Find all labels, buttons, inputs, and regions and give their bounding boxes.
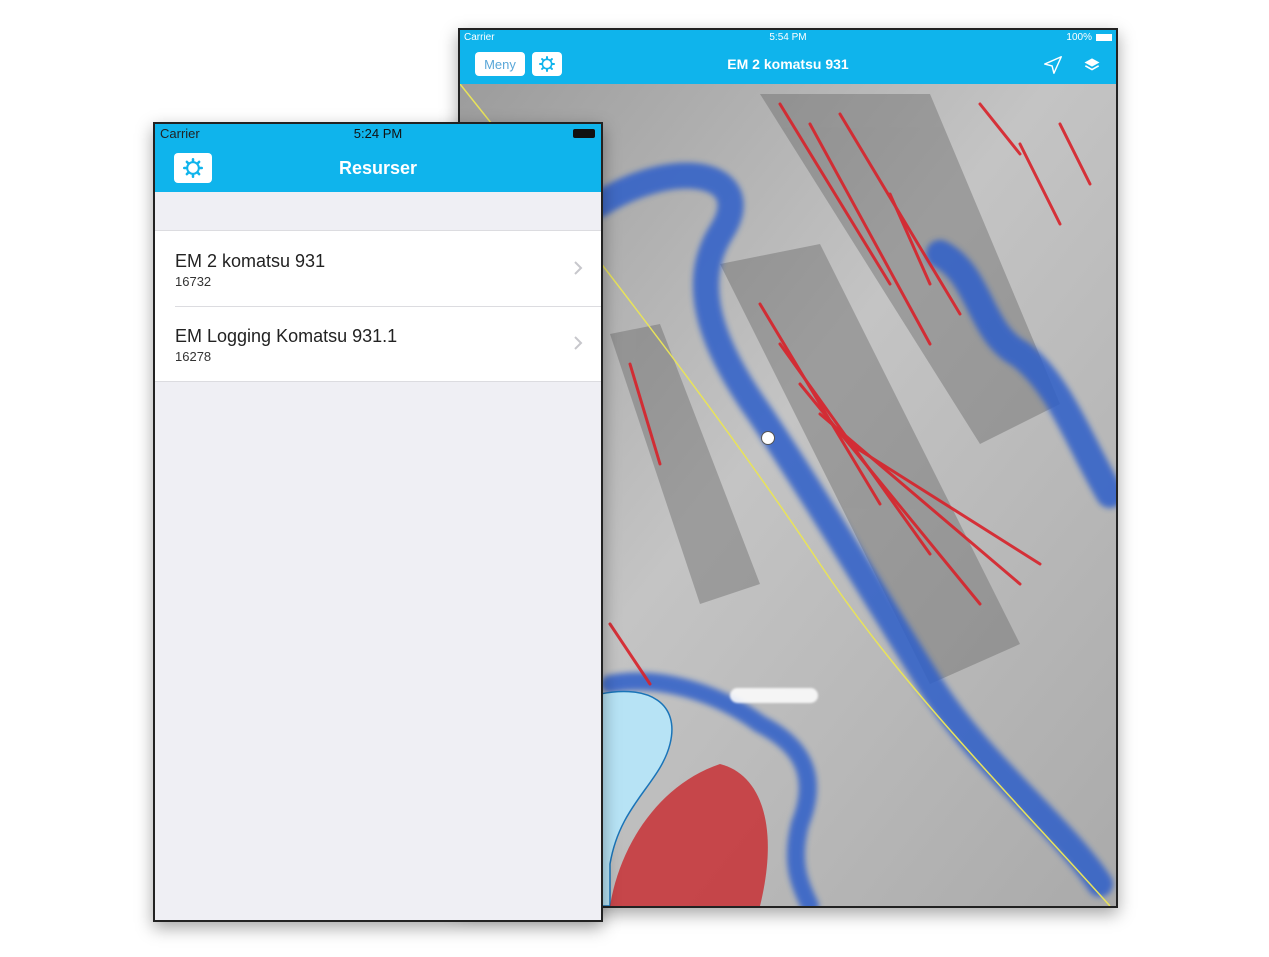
layers-icon[interactable] <box>1082 55 1102 75</box>
list-item-subtitle: 16278 <box>175 349 212 364</box>
ipad-navbar: Meny EM 2 komatsu 931 <box>460 46 1116 84</box>
list-item-subtitle: 16732 <box>175 274 212 289</box>
map-title: EM 2 komatsu 931 <box>727 56 849 72</box>
chevron-right-icon <box>574 261 583 275</box>
battery-percent: 100% <box>1066 32 1092 43</box>
location-arrow-icon[interactable] <box>1042 54 1064 76</box>
position-marker[interactable] <box>761 431 775 445</box>
iphone-resources-screen: Carrier 5:24 PM Resurser EM 2 komatsu 93… <box>153 122 603 922</box>
iphone-status-bar: Carrier 5:24 PM <box>155 124 601 142</box>
chevron-right-icon <box>574 336 583 350</box>
status-time: 5:54 PM <box>769 32 807 43</box>
iphone-navbar: Resurser <box>155 142 601 192</box>
ipad-status-bar: Carrier 5:54 PM 100% <box>460 30 1116 46</box>
battery-icon <box>573 129 595 138</box>
status-time: 5:24 PM <box>353 126 403 141</box>
list-item-title: EM Logging Komatsu 931.1 <box>175 326 398 346</box>
list-item[interactable]: EM 2 komatsu 931 16732 <box>155 231 601 306</box>
battery-icon <box>1096 34 1112 41</box>
resource-list: EM 2 komatsu 931 16732 EM Logging Komats… <box>155 230 601 382</box>
list-item[interactable]: EM Logging Komatsu 931.1 16278 <box>155 306 601 381</box>
list-item-title: EM 2 komatsu 931 <box>175 251 326 271</box>
place-label <box>730 688 818 703</box>
page-title: Resurser <box>338 158 418 178</box>
